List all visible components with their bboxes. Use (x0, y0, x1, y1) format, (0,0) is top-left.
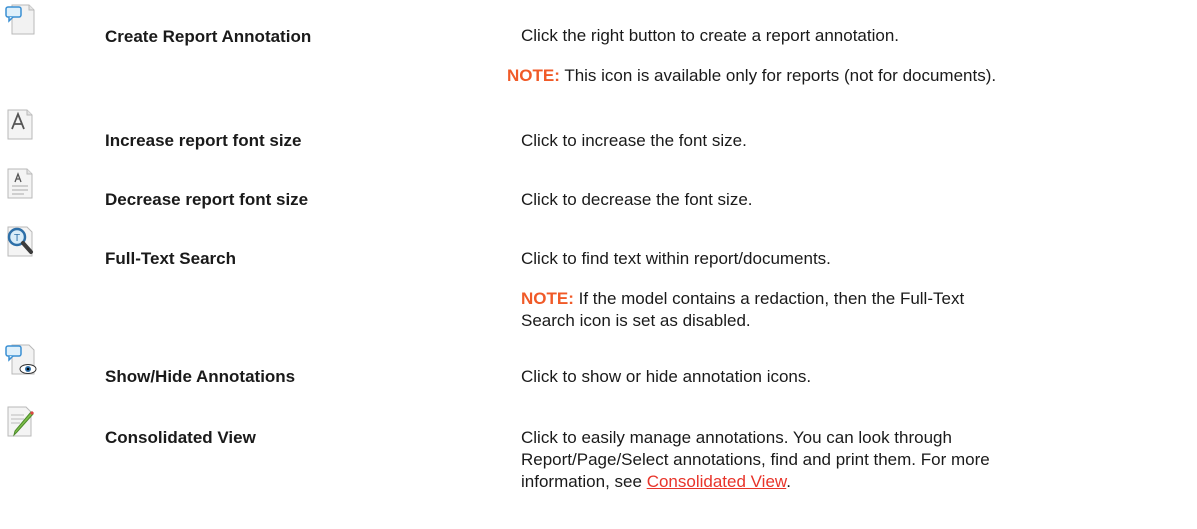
consolidated-view-link[interactable]: Consolidated View (647, 472, 787, 491)
increase-font-icon (4, 107, 38, 141)
show-hide-annotations-icon (4, 342, 38, 376)
row-name: Create Report Annotation (105, 27, 312, 46)
row-name: Increase report font size (105, 131, 302, 150)
search-icon: T (4, 224, 38, 258)
row-description: Click to decrease the font size. (521, 190, 753, 209)
row-name: Show/Hide Annotations (105, 367, 296, 386)
row-description: Click to increase the font size. (521, 131, 747, 150)
consolidated-view-icon (4, 404, 38, 438)
row-name: Full-Text Search (105, 249, 236, 268)
row-description: Click to easily manage annotations. You … (521, 427, 991, 493)
note-label: NOTE: (507, 66, 560, 85)
row-note: NOTE: This icon is available only for re… (507, 65, 996, 87)
trailing-period: . (786, 472, 791, 491)
note-text: This icon is available only for reports … (564, 66, 997, 85)
note-text: If the model contains a redaction, then … (521, 289, 965, 330)
row-note: NOTE: If the model contains a redaction,… (521, 288, 991, 332)
svg-text:T: T (14, 233, 20, 244)
row-name: Decrease report font size (105, 190, 309, 209)
note-label: NOTE: (521, 289, 574, 308)
decrease-font-icon (4, 166, 38, 200)
row-description: Click the right button to create a repor… (521, 26, 900, 45)
row-name: Consolidated View (105, 428, 256, 447)
row-description: Click to show or hide annotation icons. (521, 367, 812, 386)
row-description: Click to find text within report/documen… (521, 249, 831, 268)
report-annotation-icon (4, 2, 38, 36)
